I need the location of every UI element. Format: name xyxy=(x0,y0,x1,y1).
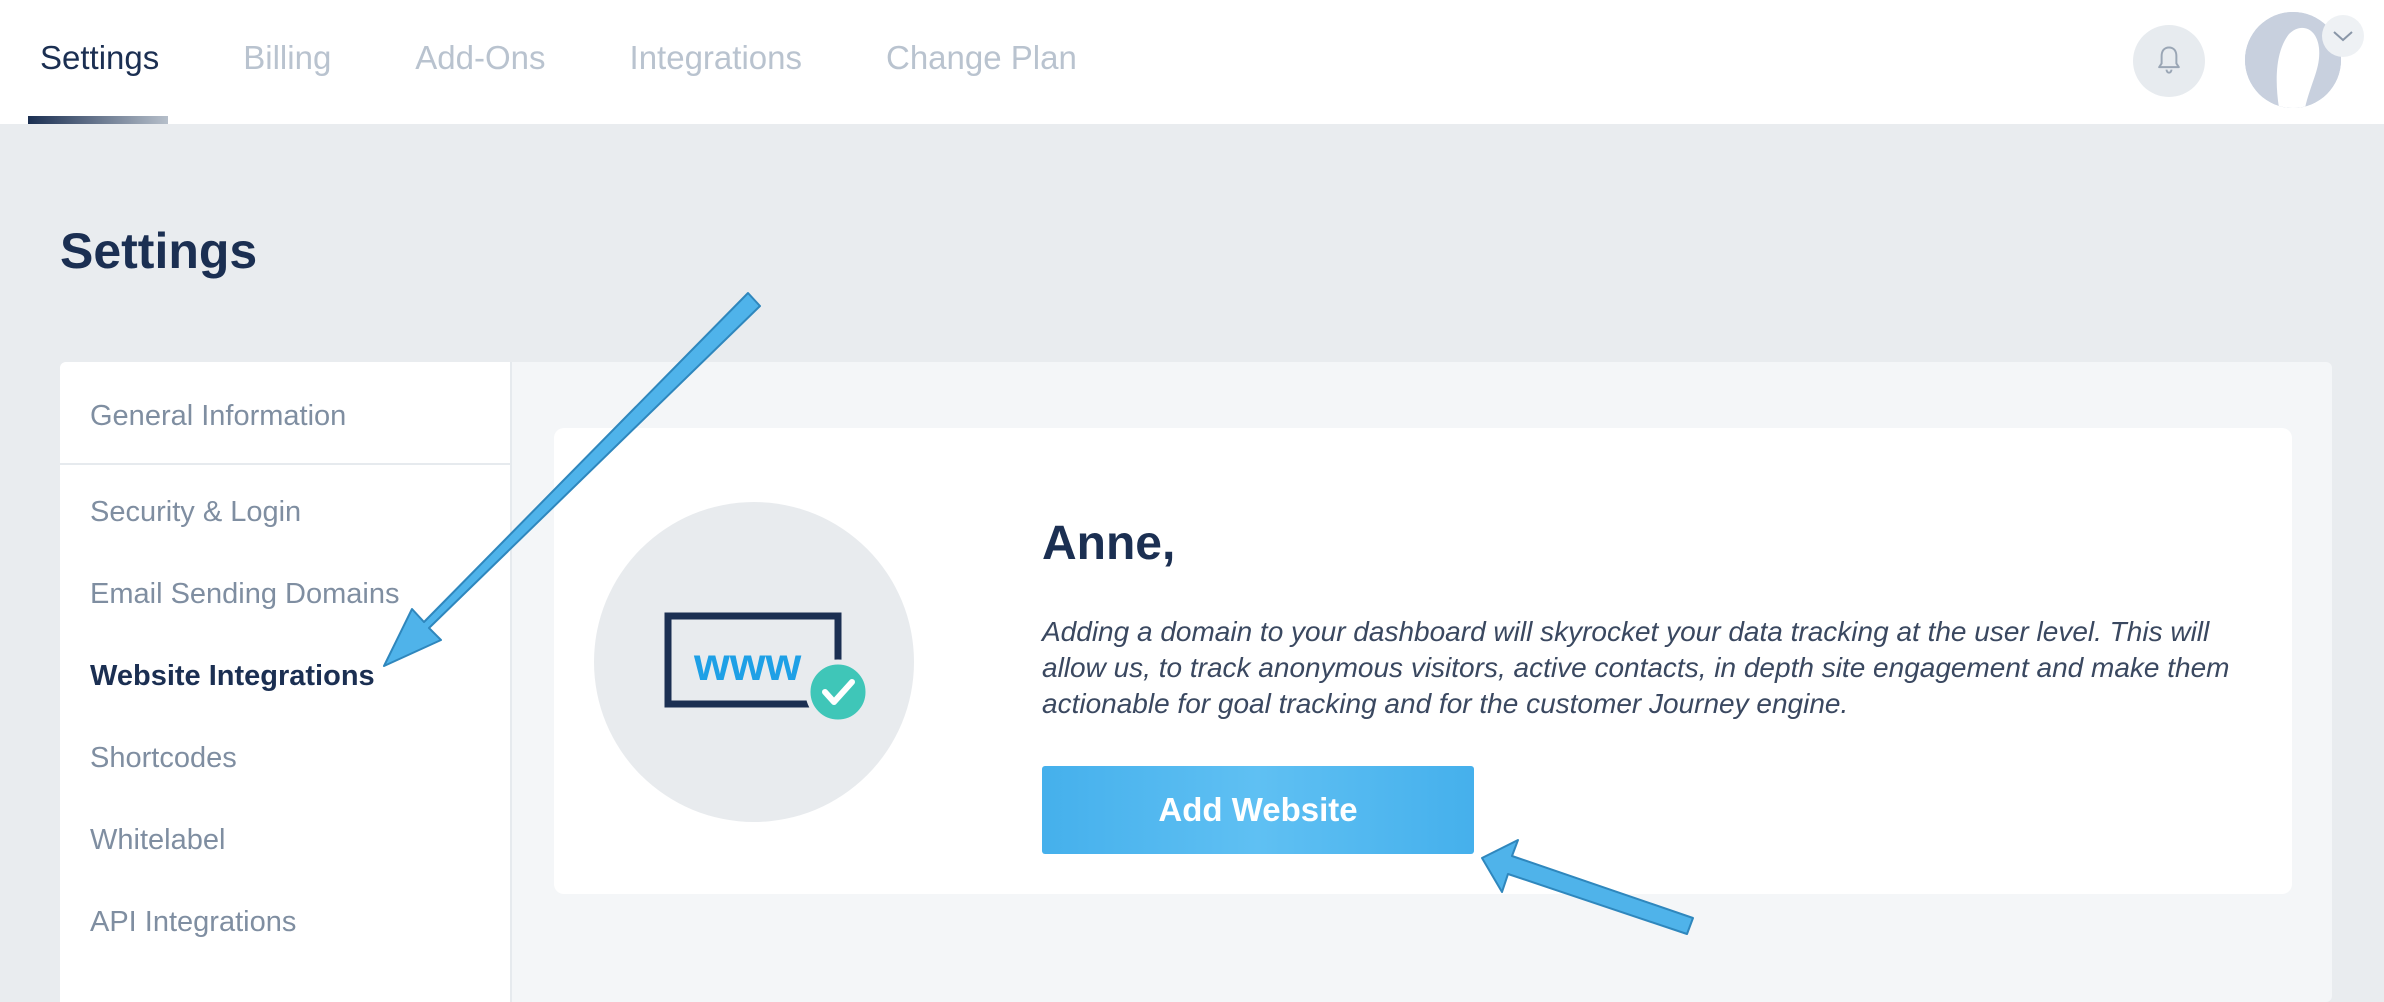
sidebar-item-general-information[interactable]: General Information xyxy=(90,400,346,433)
page-title: Settings xyxy=(60,223,258,279)
tab-settings-label: Settings xyxy=(40,39,160,76)
tab-add-ons-label: Add-Ons xyxy=(415,39,546,76)
browser-window-icon: www xyxy=(664,612,871,725)
greeting-heading: Anne, xyxy=(1042,517,1176,570)
top-tabs: Settings Billing Add-Ons Integrations Ch… xyxy=(28,0,1149,124)
tab-settings[interactable]: Settings xyxy=(28,0,171,124)
chevron-down-icon xyxy=(2333,31,2353,42)
add-website-button[interactable]: Add Website xyxy=(1042,766,1474,854)
integration-description: Adding a domain to your dashboard will s… xyxy=(1042,616,2230,719)
sidebar-item-website-integrations[interactable]: Website Integrations xyxy=(90,660,375,693)
top-navigation-bar: Settings Billing Add-Ons Integrations Ch… xyxy=(0,0,2384,124)
sidebar-item-shortcodes[interactable]: Shortcodes xyxy=(90,742,237,775)
sidebar-item-api-integrations[interactable]: API Integrations xyxy=(90,906,296,939)
sidebar-divider xyxy=(60,463,510,465)
bell-icon xyxy=(2158,46,2180,74)
account-menu-toggle[interactable] xyxy=(2322,15,2364,57)
tab-billing[interactable]: Billing xyxy=(231,0,343,124)
tab-billing-label: Billing xyxy=(243,39,332,76)
sidebar-item-whitelabel[interactable]: Whitelabel xyxy=(90,824,225,857)
sidebar-item-security-login[interactable]: Security & Login xyxy=(90,496,301,529)
settings-sidebar: General Information Security & Login Ema… xyxy=(60,362,512,1002)
website-illustration: www xyxy=(594,502,914,822)
sidebar-item-email-sending-domains[interactable]: Email Sending Domains xyxy=(90,578,399,611)
notifications-button[interactable] xyxy=(2133,25,2205,97)
tab-integrations[interactable]: Integrations xyxy=(618,0,814,124)
www-text: www xyxy=(693,638,802,690)
active-tab-indicator xyxy=(28,116,168,124)
tab-integrations-label: Integrations xyxy=(629,39,802,76)
check-circle-icon xyxy=(805,659,871,725)
website-integrations-card: www Anne, Adding a domain to your dashbo… xyxy=(554,428,2292,894)
tab-change-plan-label: Change Plan xyxy=(885,39,1077,76)
settings-panel: General Information Security & Login Ema… xyxy=(60,362,2332,1002)
tab-add-ons[interactable]: Add-Ons xyxy=(403,0,557,124)
tab-change-plan[interactable]: Change Plan xyxy=(874,0,1089,124)
